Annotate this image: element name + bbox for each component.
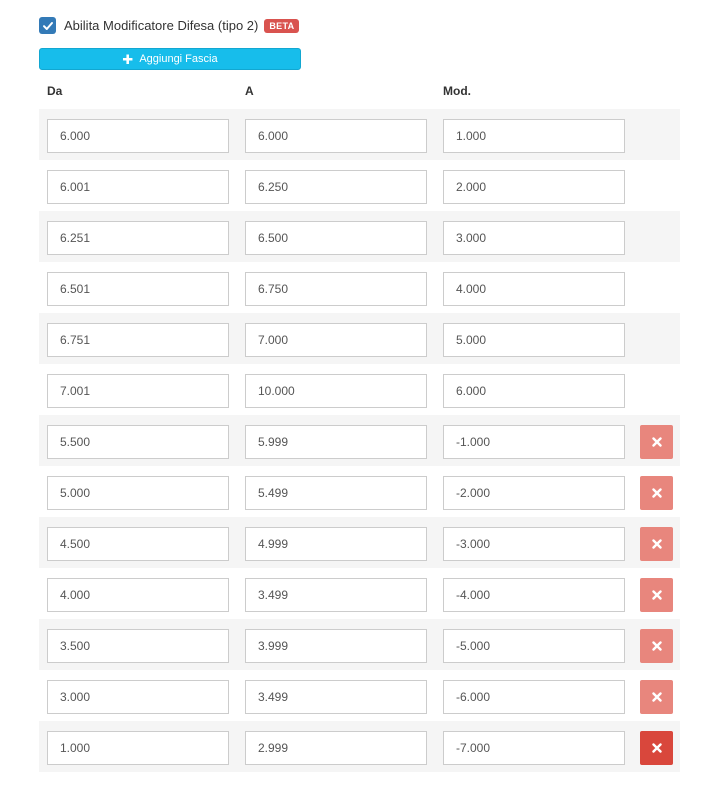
delete-row-button[interactable] (640, 476, 673, 510)
beta-badge: BETA (264, 18, 300, 33)
band-row: 4.500 4.999 -3.000 (39, 517, 680, 568)
mod-input[interactable]: 1.000 (443, 119, 625, 153)
band-row: 3.500 3.999 -5.000 (39, 619, 680, 670)
mod-input[interactable]: 2.000 (443, 170, 625, 204)
band-row: 5.500 5.999 -1.000 (39, 415, 680, 466)
from-input[interactable]: 6.751 (47, 323, 229, 357)
from-input[interactable]: 3.500 (47, 629, 229, 663)
to-input[interactable]: 3.999 (245, 629, 427, 663)
mod-input[interactable]: -4.000 (443, 578, 625, 612)
band-row: 6.751 7.000 5.000 (39, 313, 680, 364)
band-row: 3.000 3.499 -6.000 (39, 670, 680, 721)
from-input[interactable]: 6.251 (47, 221, 229, 255)
mod-input[interactable]: -1.000 (443, 425, 625, 459)
band-row: 1.000 2.999 -7.000 (39, 721, 680, 772)
from-input[interactable]: 6.000 (47, 119, 229, 153)
from-input[interactable]: 7.001 (47, 374, 229, 408)
mod-input[interactable]: 5.000 (443, 323, 625, 357)
delete-row-button[interactable] (640, 527, 673, 561)
from-input[interactable]: 3.000 (47, 680, 229, 714)
to-input[interactable]: 6.000 (245, 119, 427, 153)
mod-input[interactable]: 4.000 (443, 272, 625, 306)
column-header-to: A (245, 84, 254, 98)
band-editor: Abilita Modificatore Difesa (tipo 2) BET… (0, 0, 710, 788)
enable-modifier-checkbox[interactable] (39, 17, 56, 34)
mod-input[interactable]: -2.000 (443, 476, 625, 510)
delete-row-button[interactable] (640, 578, 673, 612)
delete-row-button[interactable] (640, 629, 673, 663)
to-input[interactable]: 10.000 (245, 374, 427, 408)
plus-icon: ✚ (122, 51, 134, 67)
from-input[interactable]: 5.000 (47, 476, 229, 510)
from-input[interactable]: 1.000 (47, 731, 229, 765)
add-band-button[interactable]: ✚ Aggiungi Fascia (39, 48, 301, 70)
column-header-mod: Mod. (443, 84, 471, 98)
band-row: 6.000 6.000 1.000 (39, 109, 680, 160)
column-header-from: Da (47, 84, 63, 98)
band-row: 6.001 6.250 2.000 (39, 160, 680, 211)
modifier-toggle-row: Abilita Modificatore Difesa (tipo 2) BET… (39, 17, 300, 34)
close-icon (651, 641, 662, 651)
add-band-label: Aggiungi Fascia (139, 53, 218, 65)
from-input[interactable]: 4.000 (47, 578, 229, 612)
band-rows: 6.000 6.000 1.000 6.001 6.250 2.000 6.251 6.500… (39, 109, 680, 772)
table-header: Da A Mod. (39, 84, 680, 100)
band-row: 6.251 6.500 3.000 (39, 211, 680, 262)
from-input[interactable]: 6.001 (47, 170, 229, 204)
close-icon (651, 590, 662, 600)
to-input[interactable]: 3.499 (245, 578, 427, 612)
enable-modifier-label[interactable]: Abilita Modificatore Difesa (tipo 2) (64, 18, 258, 33)
band-row: 7.001 10.000 6.000 (39, 364, 680, 415)
to-input[interactable]: 6.250 (245, 170, 427, 204)
close-icon (651, 488, 662, 498)
band-row: 6.501 6.750 4.000 (39, 262, 680, 313)
mod-input[interactable]: 6.000 (443, 374, 625, 408)
to-input[interactable]: 3.499 (245, 680, 427, 714)
from-input[interactable]: 6.501 (47, 272, 229, 306)
mod-input[interactable]: -6.000 (443, 680, 625, 714)
delete-row-button[interactable] (640, 731, 673, 765)
close-icon (651, 743, 662, 753)
delete-row-button[interactable] (640, 425, 673, 459)
close-icon (651, 692, 662, 702)
to-input[interactable]: 4.999 (245, 527, 427, 561)
mod-input[interactable]: -5.000 (443, 629, 625, 663)
to-input[interactable]: 2.999 (245, 731, 427, 765)
to-input[interactable]: 5.499 (245, 476, 427, 510)
to-input[interactable]: 5.999 (245, 425, 427, 459)
delete-row-button[interactable] (640, 680, 673, 714)
to-input[interactable]: 6.750 (245, 272, 427, 306)
mod-input[interactable]: -7.000 (443, 731, 625, 765)
to-input[interactable]: 7.000 (245, 323, 427, 357)
from-input[interactable]: 4.500 (47, 527, 229, 561)
band-row: 4.000 3.499 -4.000 (39, 568, 680, 619)
close-icon (651, 539, 662, 549)
mod-input[interactable]: -3.000 (443, 527, 625, 561)
check-icon (42, 21, 53, 30)
from-input[interactable]: 5.500 (47, 425, 229, 459)
to-input[interactable]: 6.500 (245, 221, 427, 255)
mod-input[interactable]: 3.000 (443, 221, 625, 255)
band-row: 5.000 5.499 -2.000 (39, 466, 680, 517)
close-icon (651, 437, 662, 447)
